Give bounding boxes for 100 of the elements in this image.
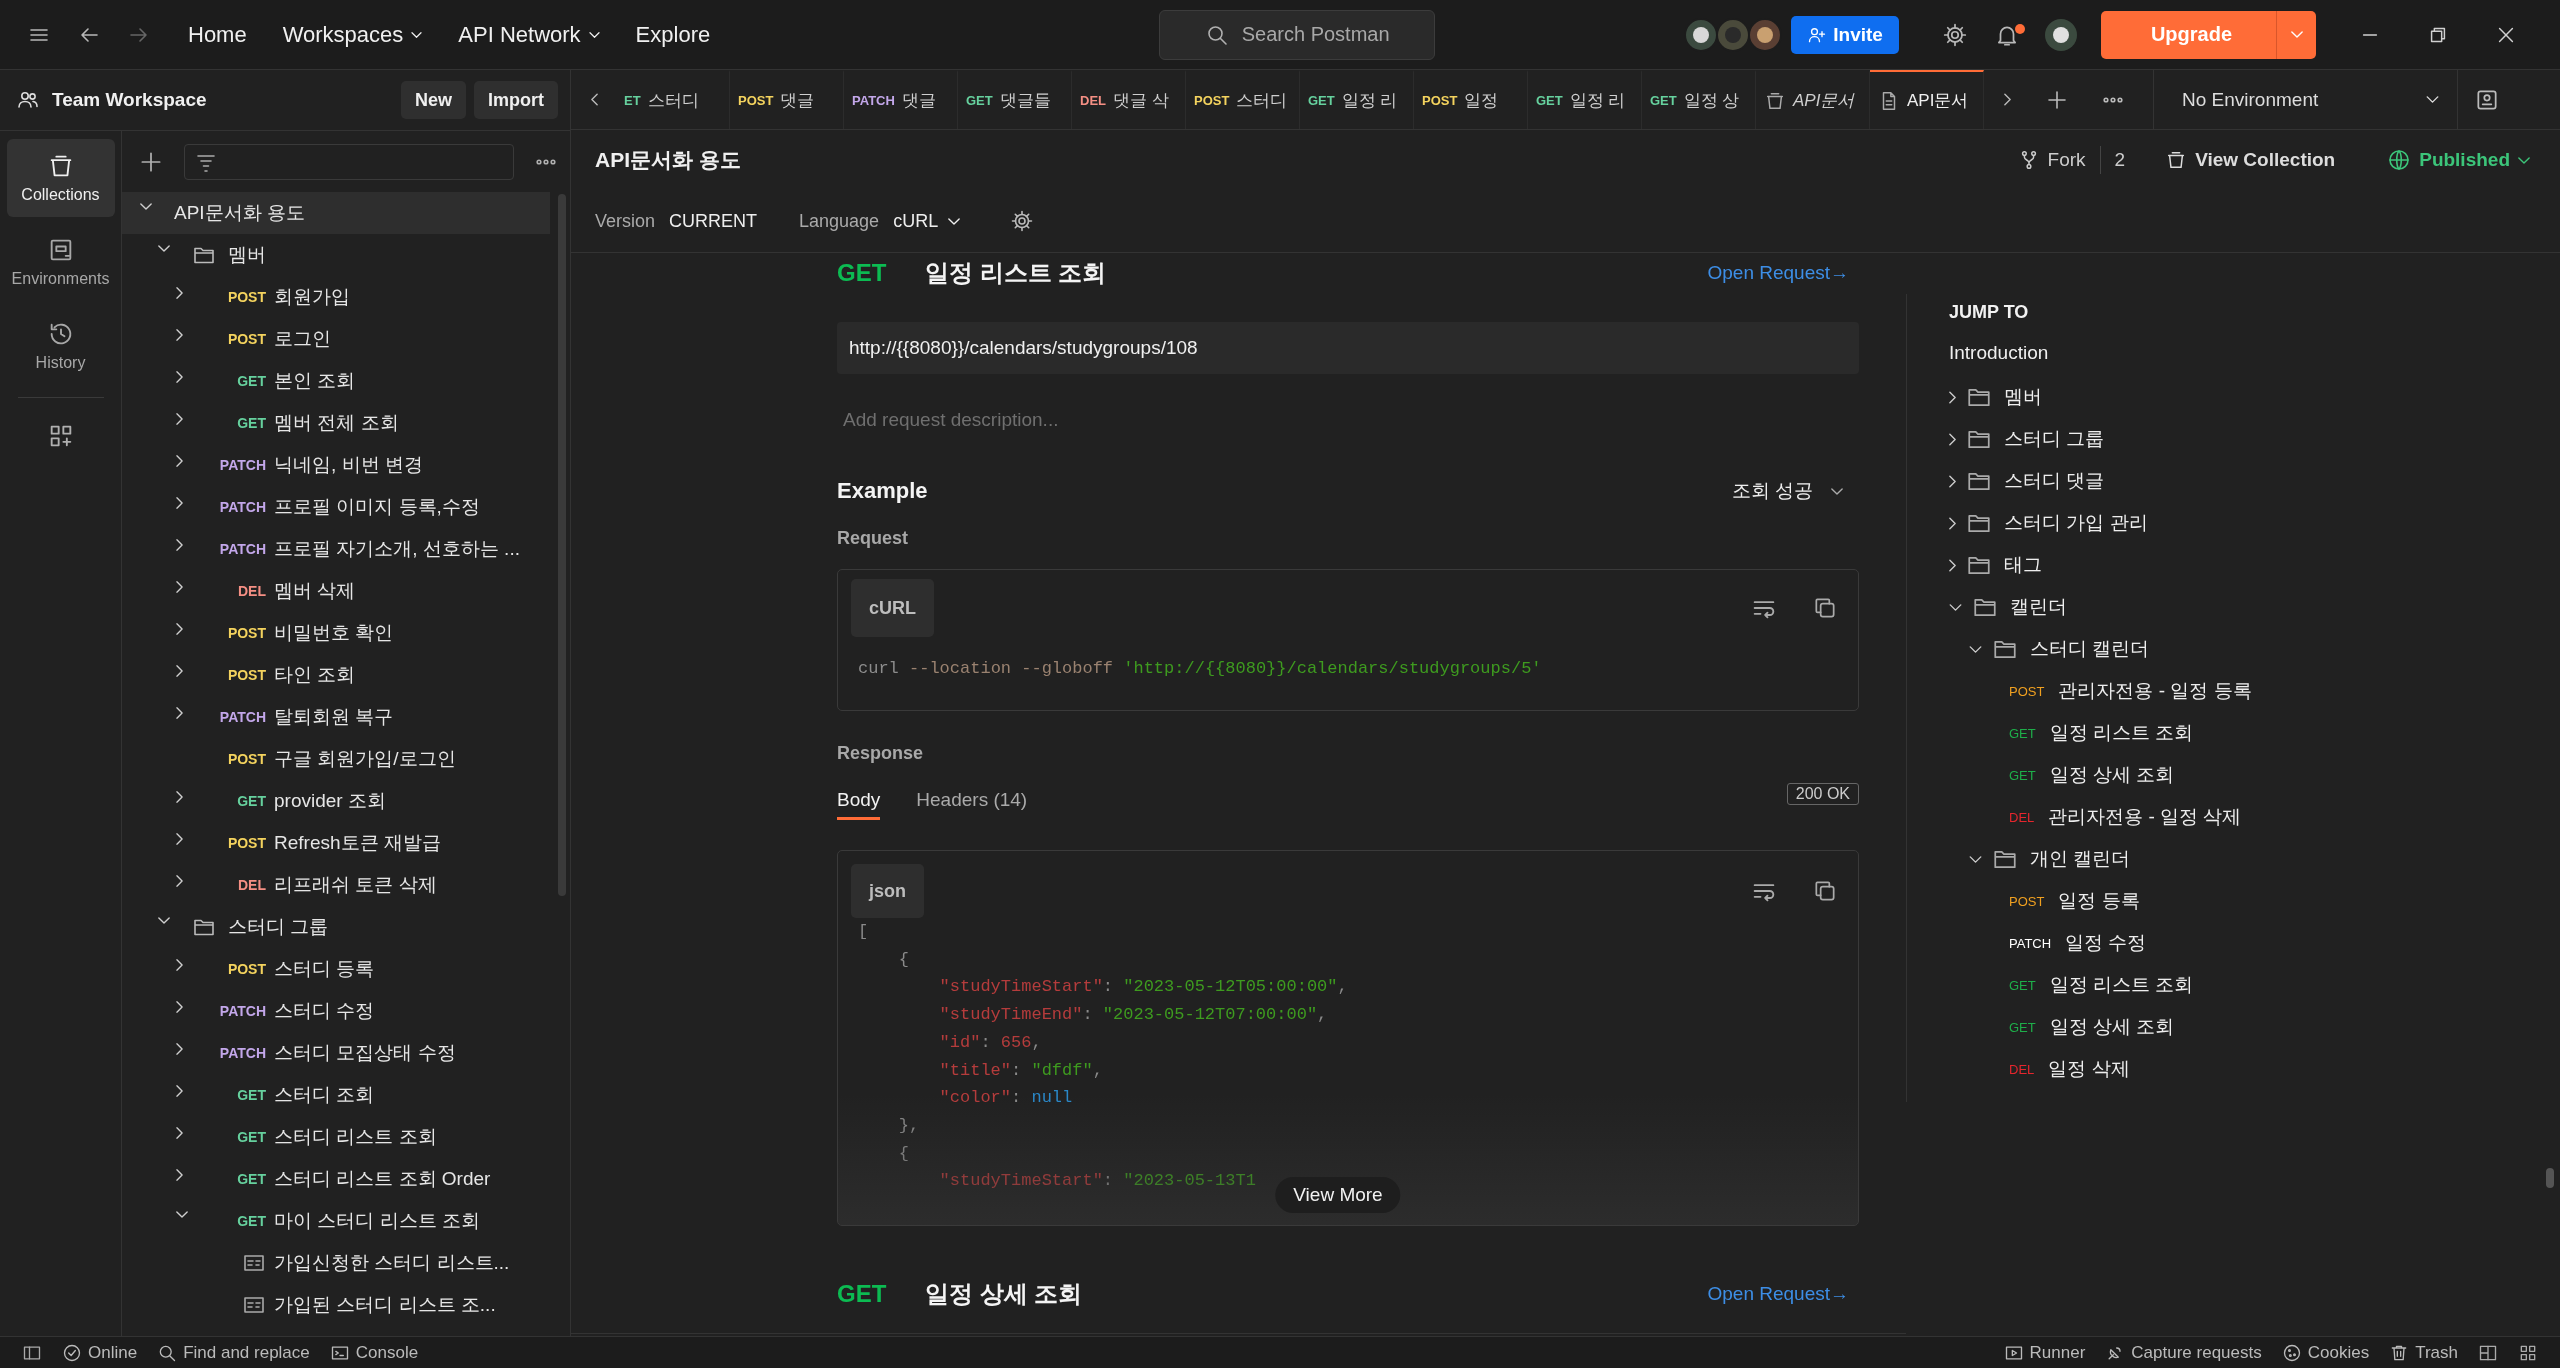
example-select[interactable]: 조회 성공 (1731, 478, 1843, 504)
search-field[interactable]: Search Postman (1158, 9, 1435, 60)
chevron-right-icon[interactable] (176, 371, 183, 383)
status-bar-item[interactable]: Cookies (2281, 1342, 2370, 1363)
chevron-right-icon[interactable] (1949, 558, 1956, 572)
request-tab[interactable]: GET 일정 상 (1642, 70, 1756, 129)
environment-select[interactable]: No Environment (2153, 70, 2458, 129)
tree-item[interactable]: POST 비밀번호 확인 (122, 612, 550, 654)
chevron-right-icon[interactable] (176, 1085, 183, 1097)
jump-link[interactable]: GET 일정 상세 조회 (1969, 754, 2506, 796)
description-field[interactable]: Add request description... (837, 402, 1859, 438)
jump-link[interactable]: GET 일정 리스트 조회 (1969, 712, 2506, 754)
jump-link[interactable]: DEL 일정 삭제 (1969, 1048, 2506, 1090)
jump-link[interactable]: 캘린더 (1949, 586, 2506, 628)
chevron-down-icon[interactable] (158, 245, 170, 252)
view-collection-button[interactable]: View Collection (2165, 149, 2336, 171)
nav-link[interactable]: Explore (635, 21, 711, 48)
tree-item[interactable]: 멤버 (122, 234, 550, 276)
nav-link[interactable]: Workspaces (282, 21, 423, 48)
language-select[interactable]: cURL (893, 210, 961, 232)
status-bar-item[interactable]: Console (329, 1342, 419, 1363)
jump-link[interactable]: 개인 캘린더 (1949, 838, 2506, 880)
tree-item[interactable]: GET 스터디 리스트 조회 Order (122, 1158, 550, 1200)
tree-item[interactable]: PATCH 스터디 모집상태 수정 (122, 1032, 550, 1074)
chevron-right-icon[interactable] (176, 1127, 183, 1139)
sidebar-tab[interactable]: Environments (6, 223, 115, 301)
tree-item[interactable]: 가입된 스터디 리스트 조... (122, 1284, 550, 1326)
chevron-right-icon[interactable] (1949, 474, 1956, 488)
tree-item[interactable]: GET 스터디 조회 (122, 1074, 550, 1116)
chevron-right-icon[interactable] (176, 287, 183, 299)
request-tab[interactable]: GET 일정 리 (1300, 70, 1414, 129)
request-tab[interactable]: API문서 (1870, 70, 1984, 129)
chevron-right-icon[interactable] (176, 1169, 183, 1181)
tree-item[interactable]: PATCH 스터디 수정 (122, 990, 550, 1032)
chevron-right-icon[interactable] (176, 833, 183, 845)
tree-item[interactable]: GET 스터디 리스트 조회 (122, 1116, 550, 1158)
request-tab[interactable]: GET 댓글들 (958, 70, 1072, 129)
status-bar-item[interactable]: Find and replace (157, 1342, 310, 1363)
copy-icon[interactable] (1812, 878, 1838, 904)
nav-link[interactable]: Home (188, 21, 247, 48)
chevron-right-icon[interactable] (176, 329, 183, 341)
copy-icon[interactable] (1812, 595, 1838, 621)
tree-item[interactable]: POST 스터디 등록 (122, 948, 550, 990)
status-bar-item[interactable]: Runner (2003, 1342, 2086, 1363)
sidebar-tab[interactable]: Collections (6, 139, 115, 217)
filter-field[interactable] (184, 143, 514, 180)
jump-link[interactable]: GET 일정 상세 조회 (1969, 1006, 2506, 1048)
scrollbar-thumb[interactable] (2546, 1168, 2554, 1188)
chevron-right-icon[interactable] (1949, 516, 1956, 530)
tree-item[interactable]: PATCH 프로필 이미지 등록,수정 (122, 486, 550, 528)
tree-item[interactable]: GET 본인 조회 (122, 360, 550, 402)
tree-item[interactable]: GET 멤버 전체 조회 (122, 402, 550, 444)
chevron-right-icon[interactable] (2004, 93, 2011, 106)
status-bar-item[interactable]: Trash (2389, 1342, 2458, 1363)
tree-item[interactable]: POST 회원가입 (122, 276, 550, 318)
tree-item[interactable]: POST 타인 조회 (122, 654, 550, 696)
chevron-right-icon[interactable] (1949, 390, 1956, 404)
chevron-right-icon[interactable] (176, 413, 183, 425)
open-request-link[interactable]: Open Request→ (1707, 1283, 1849, 1305)
chevron-right-icon[interactable] (176, 959, 183, 971)
tree-item[interactable]: POST Refresh토큰 재발급 (122, 822, 550, 864)
jump-link[interactable]: POST 일정 등록 (1969, 880, 2506, 922)
jump-link[interactable]: 스터디 캘린더 (1949, 628, 2506, 670)
request-tab[interactable]: PATCH 댓글 (844, 70, 958, 129)
tree-item[interactable]: DEL 리프래쉬 토큰 삭제 (122, 864, 550, 906)
request-tab[interactable]: POST 댓글 (730, 70, 844, 129)
status-bar-item[interactable]: Online (62, 1342, 138, 1363)
chevron-down-icon[interactable] (1969, 855, 1982, 863)
tree-item[interactable]: POST 구글 회원가입/로그인 (122, 738, 550, 780)
tree-item[interactable]: PATCH 탈퇴회원 복구 (122, 696, 550, 738)
fork-button[interactable]: Fork (2017, 149, 2086, 171)
chevron-down-icon[interactable] (158, 917, 170, 924)
chevron-right-icon[interactable] (176, 455, 183, 467)
jump-link[interactable]: 스터디 그룹 (1949, 418, 2506, 460)
header-button[interactable]: New (401, 81, 466, 119)
request-tab[interactable]: GET 일정 리 (1528, 70, 1642, 129)
jump-link[interactable]: DEL 관리자전용 - 일정 삭제 (1969, 796, 2506, 838)
chevron-down-icon[interactable] (176, 1211, 188, 1218)
tree-item[interactable]: POST 로그인 (122, 318, 550, 360)
chevron-right-icon[interactable] (176, 791, 183, 803)
chevron-right-icon[interactable] (176, 539, 183, 551)
request-tab[interactable]: POST 일정 (1414, 70, 1528, 129)
request-tab[interactable]: POST 스터디 (1186, 70, 1300, 129)
tree-item[interactable]: GET provider 조회 (122, 780, 550, 822)
scrollbar-thumb[interactable] (558, 194, 566, 896)
chevron-left-icon[interactable] (591, 93, 598, 106)
chevron-right-icon[interactable] (1949, 432, 1956, 446)
response-tab[interactable]: Body (837, 783, 881, 820)
chevron-right-icon[interactable] (176, 1043, 183, 1055)
open-request-link[interactable]: Open Request→ (1707, 262, 1849, 284)
tree-item[interactable]: PATCH 닉네임, 비번 변경 (122, 444, 550, 486)
request-tab[interactable]: DEL 댓글 삭 (1072, 70, 1186, 129)
tree-item[interactable]: 가입신청한 스터디 리스트... (122, 1242, 550, 1284)
settings-icon[interactable] (1941, 21, 1968, 48)
jump-link[interactable]: POST 관리자전용 - 일정 등록 (1969, 670, 2506, 712)
chevron-down-icon[interactable] (1969, 645, 1982, 653)
chevron-right-icon[interactable] (176, 581, 183, 593)
jump-link[interactable]: PATCH 일정 수정 (1969, 922, 2506, 964)
avatar[interactable] (2042, 16, 2079, 53)
jump-link[interactable]: Introduction (1949, 330, 2506, 376)
